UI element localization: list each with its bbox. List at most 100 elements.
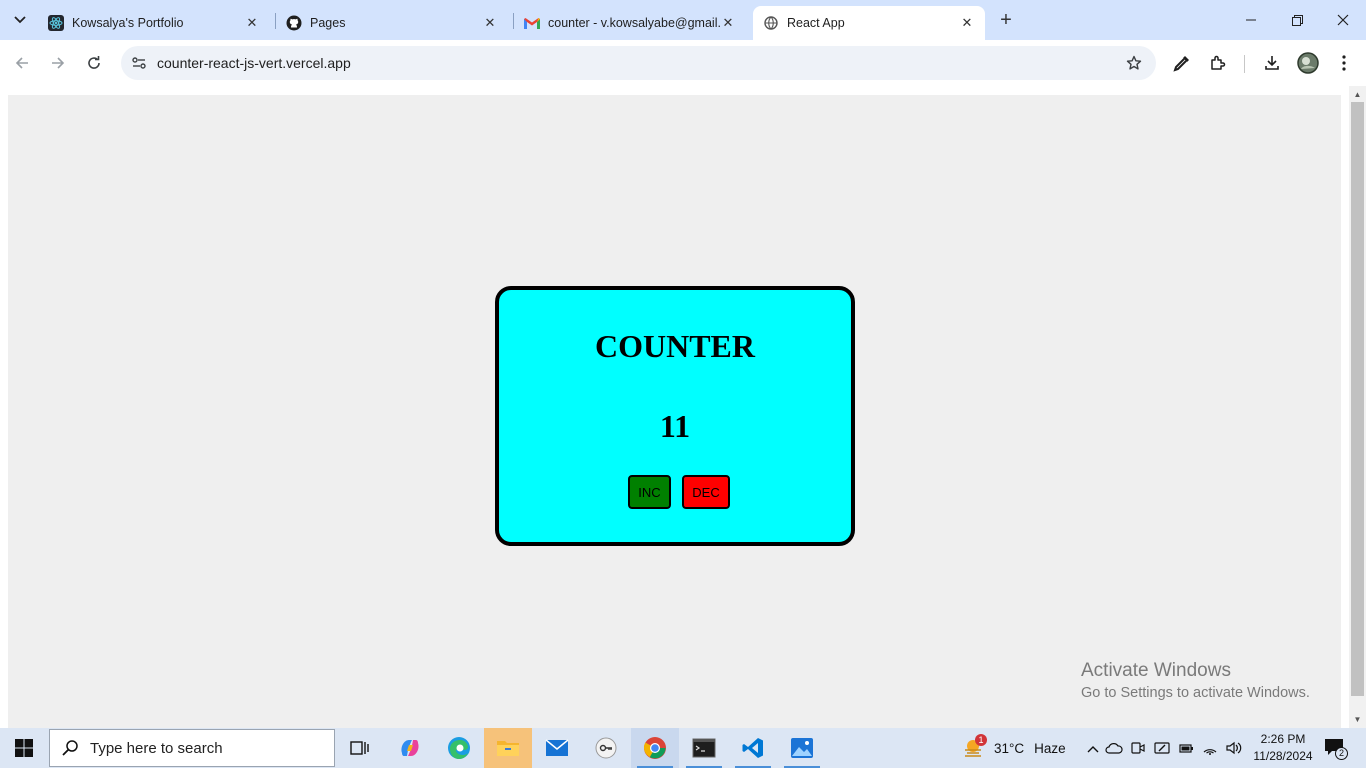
minimize-icon xyxy=(1246,19,1256,21)
page-viewport: COUNTER 11 INC DEC Activate Windows Go t… xyxy=(0,86,1366,728)
close-icon[interactable]: ✕ xyxy=(959,15,975,31)
counter-value: 11 xyxy=(659,408,691,444)
vertical-scrollbar[interactable]: ▲ ▼ xyxy=(1349,86,1366,728)
notification-icon: 2 xyxy=(1324,738,1348,760)
puzzle-icon xyxy=(1211,55,1226,70)
weather-badge: 1 xyxy=(975,734,987,746)
app-button[interactable] xyxy=(582,728,630,768)
clock-time: 2:26 PM xyxy=(1260,732,1306,746)
downloads-button[interactable] xyxy=(1260,51,1284,75)
taskbar-clock[interactable]: 2:26 PM 11/28/2024 xyxy=(1252,731,1314,765)
mail-icon xyxy=(545,739,569,756)
plus-icon: + xyxy=(1000,8,1012,31)
chrome-icon xyxy=(643,737,666,759)
tab-title: Kowsalya's Portfolio xyxy=(72,16,184,30)
eyedropper-extension-button[interactable] xyxy=(1170,51,1194,75)
clock-date: 11/28/2024 xyxy=(1253,749,1313,763)
back-button[interactable] xyxy=(8,49,36,77)
close-icon[interactable]: ✕ xyxy=(244,15,260,31)
forward-button[interactable] xyxy=(44,49,72,77)
address-bar[interactable]: counter-react-js-vert.vercel.app xyxy=(121,46,1156,80)
copilot-button[interactable] xyxy=(386,728,434,768)
gmail-icon xyxy=(524,15,540,31)
close-window-button[interactable] xyxy=(1320,0,1366,40)
battery-icon[interactable] xyxy=(1174,742,1198,754)
start-button[interactable] xyxy=(0,728,48,768)
new-tab-button[interactable]: + xyxy=(994,8,1018,32)
tab-title: React App xyxy=(787,16,845,30)
terminal-button[interactable] xyxy=(680,728,728,768)
onedrive-cloud-icon[interactable] xyxy=(1102,742,1126,754)
scroll-up-arrow-icon[interactable]: ▲ xyxy=(1352,89,1363,100)
search-icon xyxy=(50,739,90,757)
eyedropper-icon xyxy=(1173,56,1189,72)
weather-haze-icon: 1 xyxy=(962,734,987,759)
key-app-icon xyxy=(595,737,617,759)
task-view-button[interactable] xyxy=(336,728,384,768)
chrome-button[interactable] xyxy=(631,728,679,768)
increment-button[interactable]: INC xyxy=(628,475,671,509)
browser-toolbar: counter-react-js-vert.vercel.app xyxy=(0,40,1366,86)
tab-search-button[interactable] xyxy=(6,6,34,34)
terminal-icon xyxy=(692,738,716,758)
page-body: COUNTER 11 INC DEC Activate Windows Go t… xyxy=(8,95,1341,728)
github-icon xyxy=(286,15,302,31)
site-info-icon[interactable] xyxy=(129,53,149,73)
profile-avatar[interactable] xyxy=(1296,51,1320,75)
tab-title: Pages xyxy=(310,16,346,30)
meet-now-icon[interactable] xyxy=(1126,740,1150,756)
minimize-button[interactable] xyxy=(1228,0,1274,40)
restore-icon xyxy=(1291,14,1303,26)
tab-pages[interactable]: Pages ✕ xyxy=(276,6,508,40)
scroll-down-arrow-icon[interactable]: ▼ xyxy=(1352,714,1363,725)
mail-button[interactable] xyxy=(533,728,581,768)
chevron-up-icon[interactable] xyxy=(1084,741,1102,756)
extensions-button[interactable] xyxy=(1206,51,1230,75)
vscode-button[interactable] xyxy=(729,728,777,768)
reload-icon xyxy=(88,56,100,69)
watermark-subtitle: Go to Settings to activate Windows. xyxy=(1081,685,1310,701)
toolbar-divider xyxy=(1244,55,1245,73)
react-icon xyxy=(48,15,64,31)
tab-portfolio[interactable]: Kowsalya's Portfolio ✕ xyxy=(38,6,270,40)
file-explorer-button[interactable] xyxy=(484,728,532,768)
reload-button[interactable] xyxy=(80,49,108,77)
browser-menu-button[interactable] xyxy=(1332,51,1356,75)
edge-button[interactable] xyxy=(435,728,483,768)
scroll-thumb[interactable] xyxy=(1351,102,1364,696)
globe-icon xyxy=(763,15,779,31)
more-vert-icon xyxy=(1342,55,1346,71)
watermark-title: Activate Windows xyxy=(1081,660,1231,681)
activate-windows-watermark: Activate Windows Go to Settings to activ… xyxy=(1081,660,1310,701)
volume-icon[interactable] xyxy=(1222,741,1246,755)
close-icon[interactable]: ✕ xyxy=(720,15,736,31)
system-tray xyxy=(1084,728,1246,768)
counter-card: COUNTER 11 INC DEC xyxy=(495,286,855,546)
weather-desc: Haze xyxy=(1034,740,1066,756)
tab-title: counter - v.kowsalyabe@gmail.com xyxy=(548,16,720,30)
decrement-button[interactable]: DEC xyxy=(682,475,730,509)
arrow-left-icon xyxy=(15,57,28,69)
close-icon[interactable]: ✕ xyxy=(482,15,498,31)
notification-center-button[interactable]: 2 xyxy=(1322,736,1348,760)
url-text[interactable]: counter-react-js-vert.vercel.app xyxy=(157,55,351,71)
photos-button[interactable] xyxy=(778,728,826,768)
weather-temp: 31°C xyxy=(994,740,1025,756)
taskbar-search-box[interactable]: Type here to search xyxy=(49,729,335,767)
avatar-icon xyxy=(1297,52,1319,74)
copilot-icon xyxy=(401,740,419,756)
close-icon xyxy=(1337,14,1349,26)
folder-icon xyxy=(497,741,519,756)
edge-icon xyxy=(448,737,470,759)
vscode-icon xyxy=(742,738,763,758)
tab-react-app[interactable]: React App ✕ xyxy=(753,6,985,40)
restore-button[interactable] xyxy=(1274,0,1320,40)
tab-gmail[interactable]: counter - v.kowsalyabe@gmail.com ✕ xyxy=(514,6,746,40)
counter-title: COUNTER xyxy=(594,328,755,364)
pen-workspace-icon[interactable] xyxy=(1150,740,1174,756)
search-placeholder: Type here to search xyxy=(90,739,223,757)
bookmark-star-icon[interactable] xyxy=(1124,53,1144,73)
wifi-icon[interactable] xyxy=(1198,741,1222,755)
weather-widget[interactable]: 1 31°C Haze xyxy=(962,728,1066,768)
arrow-right-icon xyxy=(52,57,65,69)
